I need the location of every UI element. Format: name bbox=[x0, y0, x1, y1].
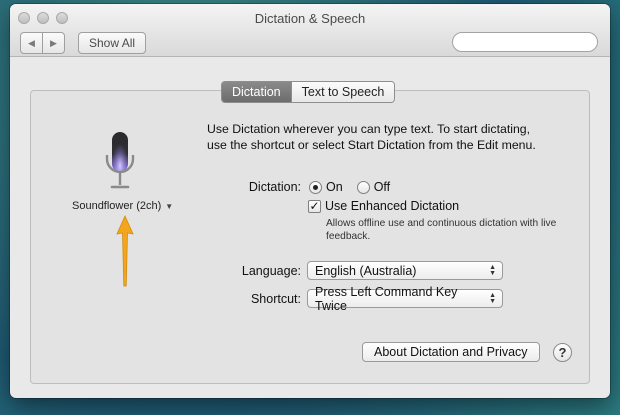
window-title: Dictation & Speech bbox=[254, 11, 366, 26]
language-select[interactable]: English (Australia) ▲ ▼ bbox=[307, 261, 503, 280]
stepper-arrows-icon: ▲ ▼ bbox=[489, 291, 496, 305]
shortcut-value: Press Left Command Key Twice bbox=[315, 284, 458, 313]
chevron-down-icon: ▼ bbox=[165, 201, 174, 211]
enhanced-dictation-row: ✓ Use Enhanced Dictation bbox=[308, 199, 473, 213]
dictation-off-radio[interactable] bbox=[356, 180, 370, 194]
tab-text-to-speech[interactable]: Text to Speech bbox=[290, 82, 395, 102]
input-source-label: Soundflower (2ch) bbox=[72, 200, 162, 212]
preferences-window: Dictation & Speech ◀ ▶ Show All Dictatio… bbox=[10, 4, 610, 398]
microphone-icon bbox=[105, 132, 135, 189]
dictation-on-label[interactable]: On bbox=[326, 180, 343, 194]
title-bar: Dictation & Speech ◀ ▶ Show All bbox=[10, 4, 610, 57]
show-all-button[interactable]: Show All bbox=[78, 32, 147, 54]
dictation-on-radio[interactable] bbox=[309, 180, 322, 194]
checkmark-icon: ✓ bbox=[309, 199, 320, 213]
dictation-toggle-row: Dictation: On Off bbox=[217, 180, 404, 194]
dictation-off-label[interactable]: Off bbox=[374, 180, 390, 194]
dictation-description: Use Dictation wherever you can type text… bbox=[207, 122, 536, 152]
tab-bar: Dictation Text to Speech bbox=[221, 81, 396, 103]
enhanced-dictation-label[interactable]: Use Enhanced Dictation bbox=[325, 199, 459, 213]
forward-arrow-icon[interactable]: ▶ bbox=[42, 33, 64, 53]
tab-dictation[interactable]: Dictation bbox=[222, 82, 291, 102]
shortcut-label: Shortcut: bbox=[250, 291, 301, 306]
search-input[interactable] bbox=[462, 35, 608, 49]
search-field[interactable] bbox=[452, 32, 608, 52]
input-source-selector[interactable]: Soundflower (2ch) ▼ bbox=[72, 200, 173, 212]
nav-buttons: ◀ ▶ bbox=[20, 32, 65, 54]
language-value: English (Australia) bbox=[315, 263, 417, 278]
help-button[interactable]: ? bbox=[553, 343, 572, 362]
back-arrow-icon[interactable]: ◀ bbox=[21, 33, 42, 53]
language-label: Language: bbox=[241, 263, 301, 278]
stepper-arrows-icon: ▲ ▼ bbox=[489, 263, 496, 277]
shortcut-select[interactable]: Press Left Command Key Twice ▲ ▼ bbox=[307, 285, 503, 313]
dictation-label: Dictation: bbox=[248, 180, 301, 194]
shortcut-row: Shortcut: Press Left Command Key Twice ▲… bbox=[217, 285, 503, 313]
enhanced-dictation-description: Allows offline use and continuous dictat… bbox=[326, 218, 557, 242]
enhanced-dictation-checkbox[interactable]: ✓ bbox=[308, 199, 321, 213]
about-dictation-privacy-button[interactable]: About Dictation and Privacy bbox=[362, 342, 540, 362]
language-row: Language: English (Australia) ▲ ▼ bbox=[217, 261, 503, 280]
up-arrow-icon bbox=[116, 215, 134, 287]
